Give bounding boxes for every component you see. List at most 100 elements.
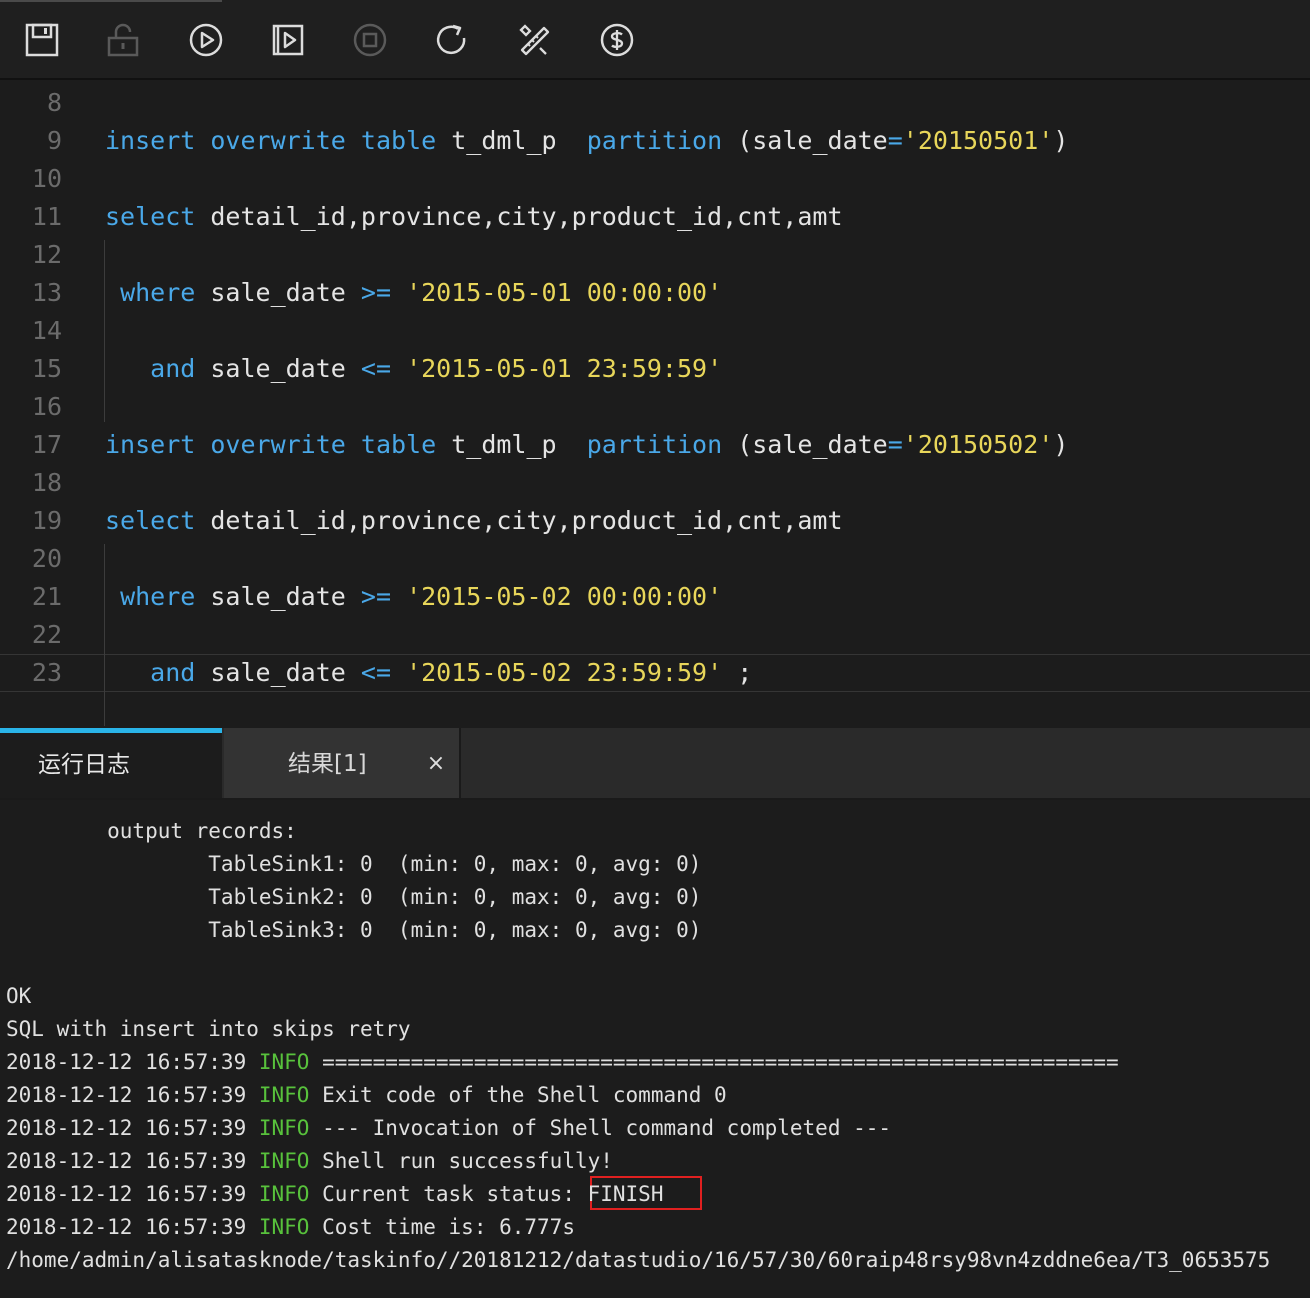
code-token: (sale_date	[722, 126, 888, 155]
code-token: '20150502'	[902, 430, 1054, 459]
line-number: 17	[31, 430, 62, 459]
reload-button[interactable]	[432, 20, 472, 60]
line-number: 14	[31, 316, 62, 345]
play-square-icon	[272, 24, 304, 56]
line-number: 10	[31, 164, 62, 193]
code-token: <=	[360, 658, 391, 687]
ide-window: 8 9 insert overwrite table t_dml_p partiti…	[0, 0, 1310, 1298]
close-icon[interactable]: ×	[424, 746, 448, 782]
code-token: <=	[360, 354, 391, 383]
code-token: t_dml_p	[436, 430, 587, 459]
run-button[interactable]	[186, 20, 226, 60]
line-number: 12	[31, 240, 62, 269]
code-line[interactable]: 21 where sale_date >= '2015-05-02 00:00:…	[0, 578, 1310, 616]
line-number: 11	[31, 202, 62, 231]
code-line[interactable]: 11 select detail_id,province,city,product…	[0, 198, 1310, 236]
line-number: 23	[31, 658, 62, 687]
log-level: INFO	[258, 1215, 310, 1239]
log-level: INFO	[258, 1083, 310, 1107]
stop-circle-icon	[353, 23, 387, 57]
code-token: table	[360, 126, 437, 155]
log-line: 2018-12-12 16:57:39 INFO Current task st…	[6, 1178, 663, 1211]
code-text: and sale_date <= '2015-05-01 23:59:59'	[105, 350, 722, 388]
code-token: '2015-05-02 00:00:00'	[406, 582, 723, 611]
code-text: and sale_date <= '2015-05-02 23:59:59' ;	[105, 655, 752, 691]
code-line[interactable]: 12	[0, 236, 1310, 274]
line-number: 15	[31, 354, 62, 383]
code-line[interactable]: 22	[0, 616, 1310, 654]
run-log-output: output records: TableSink1: 0 (min: 0, m…	[0, 800, 1310, 1298]
log-level: INFO	[258, 1149, 310, 1173]
log-timestamp: 2018-12-12 16:57:39	[6, 1116, 259, 1140]
save-button[interactable]	[22, 20, 62, 60]
tab-run-log[interactable]: 运行日志	[0, 728, 222, 798]
code-token: )	[1053, 430, 1069, 459]
code-token: where	[120, 278, 196, 307]
code-line[interactable]: 18	[0, 464, 1310, 502]
code-line[interactable]: 13 where sale_date >= '2015-05-01 00:00:…	[0, 274, 1310, 312]
code-token: =	[887, 126, 903, 155]
code-line[interactable]: 19 select detail_id,province,city,product…	[0, 502, 1310, 540]
play-circle-icon	[189, 23, 223, 57]
code-token: overwrite	[210, 126, 346, 155]
log-level: INFO	[258, 1116, 310, 1140]
code-token: detail_id,province,city,product_id,cnt,a…	[195, 506, 843, 535]
code-line[interactable]: 16	[0, 388, 1310, 426]
code-line[interactable]: 23 and sale_date <= '2015-05-02 23:59:59…	[0, 654, 1310, 692]
log-line: /home/admin/alisatasknode/taskinfo//2018…	[6, 1248, 1271, 1272]
log-line: 2018-12-12 16:57:39 INFO ===============…	[6, 1046, 1119, 1079]
tab-run-log-label: 运行日志	[38, 752, 130, 778]
code-token: (sale_date	[722, 430, 888, 459]
output-tab-bar: 运行日志 结果[1] ×	[0, 728, 1310, 800]
code-token: table	[360, 430, 437, 459]
code-line[interactable]: 14	[0, 312, 1310, 350]
code-line[interactable]: 20	[0, 540, 1310, 578]
code-token: '2015-05-01 23:59:59'	[406, 354, 723, 383]
code-token: insert	[105, 126, 196, 155]
log-line: 2018-12-12 16:57:39 INFO Shell run succe…	[6, 1145, 613, 1178]
toolbar	[0, 0, 1310, 80]
log-timestamp: 2018-12-12 16:57:39	[6, 1050, 259, 1074]
code-token: partition	[586, 430, 723, 459]
tab-result[interactable]: 结果[1] ×	[224, 728, 461, 798]
code-token: ;	[722, 658, 753, 687]
indent-guide	[104, 544, 105, 726]
log-line: 2018-12-12 16:57:39 INFO --- Invocation …	[6, 1112, 891, 1145]
code-token: )	[1053, 126, 1069, 155]
reload-icon	[436, 24, 466, 55]
code-token: >=	[360, 278, 392, 307]
log-line: 2018-12-12 16:57:39 INFO Exit code of th…	[6, 1079, 727, 1112]
code-token: '2015-05-01 00:00:00'	[406, 278, 723, 307]
code-line[interactable]: 10	[0, 160, 1310, 198]
log-timestamp: 2018-12-12 16:57:39	[6, 1215, 259, 1239]
code-line[interactable]: 15 and sale_date <= '2015-05-01 23:59:59…	[0, 350, 1310, 388]
code-token: partition	[586, 126, 723, 155]
log-message: Cost time is: 6.777s	[309, 1215, 575, 1239]
line-number: 22	[31, 620, 62, 649]
code-text: select detail_id,province,city,product_i…	[105, 502, 843, 540]
log-message: Shell run successfully!	[309, 1149, 613, 1173]
log-line: OK	[6, 984, 32, 1008]
log-line: 2018-12-12 16:57:39 INFO Cost time is: 6…	[6, 1211, 575, 1244]
lock-button[interactable]	[103, 20, 143, 60]
format-tools-icon	[519, 24, 550, 56]
log-message: Current task status: FINISH	[309, 1182, 664, 1206]
code-line[interactable]: 17 insert overwrite table t_dml_p partiti…	[0, 426, 1310, 464]
format-button[interactable]	[514, 20, 554, 60]
run-with-params-button[interactable]	[268, 20, 308, 60]
code-line[interactable]: 8	[0, 84, 1310, 122]
log-level: INFO	[258, 1050, 310, 1074]
code-line[interactable]: 9 insert overwrite table t_dml_p partitio…	[0, 122, 1310, 160]
tab-result-label: 结果[1]	[288, 751, 367, 777]
sql-editor[interactable]: 8 9 insert overwrite table t_dml_p partiti…	[0, 82, 1310, 728]
log-message: --- Invocation of Shell command complete…	[309, 1116, 892, 1140]
stop-button[interactable]	[350, 20, 390, 60]
code-token: where	[120, 582, 196, 611]
cost-estimate-button[interactable]	[597, 20, 637, 60]
log-timestamp: 2018-12-12 16:57:39	[6, 1182, 259, 1206]
